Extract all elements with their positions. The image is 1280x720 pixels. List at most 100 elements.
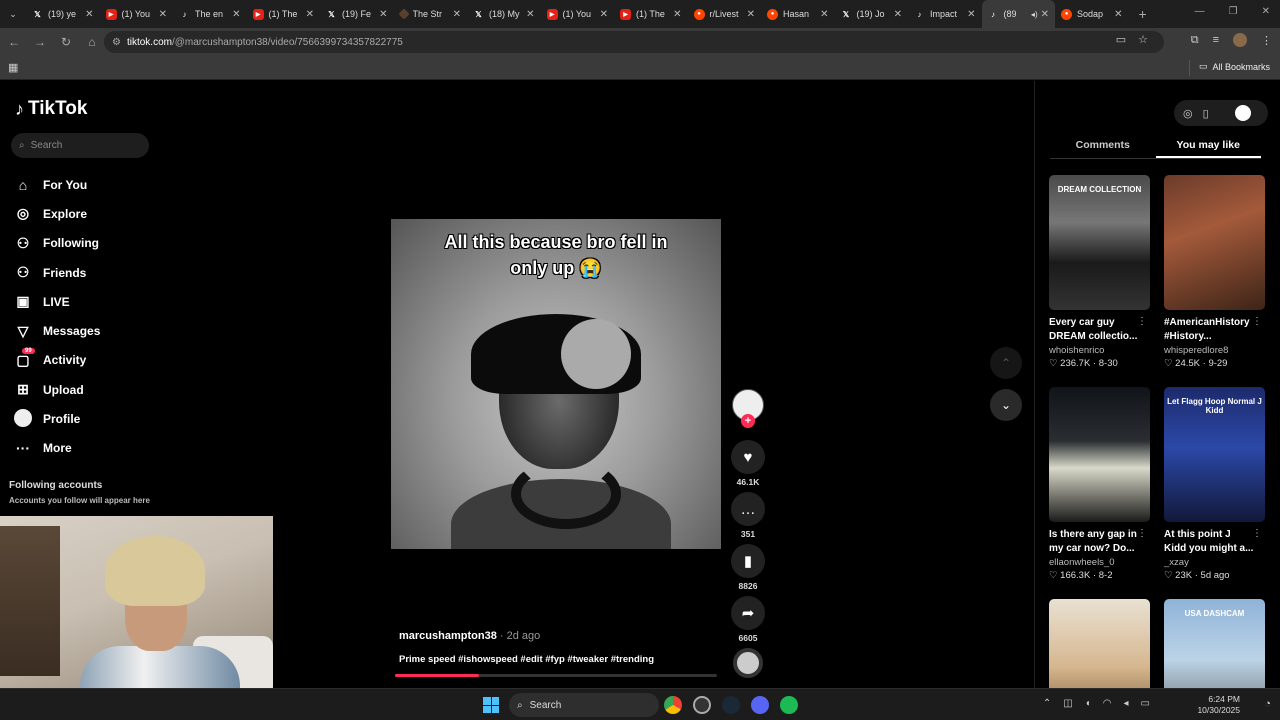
back-button[interactable]: ← <box>2 30 26 54</box>
browser-tab[interactable]: ▶ (1) The ✕ <box>247 0 321 28</box>
app-icon[interactable] <box>693 696 711 714</box>
video-progress-bar[interactable] <box>395 674 717 677</box>
sidebar-item-messages[interactable]: ▽ Messages <box>14 316 101 345</box>
browser-tab[interactable]: ▶ (1) You ✕ <box>541 0 615 28</box>
browser-tab[interactable]: ● Hasan ✕ <box>761 0 835 28</box>
address-bar[interactable]: ⚙ tiktok.com/@marcushampton38/video/7566… <box>104 31 1164 53</box>
bookmark-star-icon[interactable]: ☆ <box>1138 33 1148 46</box>
wifi-icon[interactable]: ◠ <box>1103 698 1112 709</box>
close-tab-icon[interactable]: ✕ <box>453 9 461 20</box>
close-tab-icon[interactable]: ✕ <box>600 9 608 20</box>
browser-tab[interactable]: ● r/Livest ✕ <box>688 0 762 28</box>
browser-tab[interactable]: ♪ Impact ✕ <box>908 0 982 28</box>
next-video-button[interactable]: ⌄ <box>990 389 1022 421</box>
video-thumbnail[interactable]: Let Flagg Hoop Normal J Kidd <box>1164 387 1265 522</box>
more-options-icon[interactable]: ⋮ <box>1137 528 1147 539</box>
profile-avatar[interactable] <box>1233 33 1247 47</box>
browser-tab[interactable]: ▶ (1) You ✕ <box>100 0 174 28</box>
close-tab-icon[interactable]: ✕ <box>747 9 755 20</box>
card-username[interactable]: whoishenrico <box>1049 345 1151 356</box>
chevron-up-icon[interactable]: ⌃ <box>1043 698 1051 709</box>
network-icon[interactable]: ◫ <box>1063 698 1072 709</box>
video-author[interactable]: marcushampton38 · 2d ago <box>399 630 540 642</box>
tiktok-logo[interactable]: ♪ TikTok <box>15 98 87 120</box>
video-thumbnail[interactable] <box>1049 387 1150 522</box>
close-tab-icon[interactable]: ✕ <box>306 9 314 20</box>
steam-icon[interactable] <box>722 696 740 714</box>
close-tab-icon[interactable]: ✕ <box>1114 9 1122 20</box>
media-controls-icon[interactable]: ≡ <box>1213 34 1219 46</box>
apps-grid-icon[interactable]: ▦ <box>8 61 18 74</box>
close-tab-icon[interactable]: ✕ <box>85 9 93 20</box>
start-button[interactable] <box>483 697 499 713</box>
author-name[interactable]: marcushampton38 <box>399 630 497 642</box>
tab-you-may-like[interactable]: You may like <box>1155 137 1261 158</box>
sidebar-item-compass[interactable]: ◎ Explore <box>14 199 100 228</box>
close-tab-icon[interactable]: ✕ <box>232 9 240 20</box>
music-disc-icon[interactable] <box>733 648 763 678</box>
video-thumbnail[interactable] <box>1164 175 1265 310</box>
close-tab-icon[interactable]: ✕ <box>894 9 902 20</box>
phone-icon[interactable]: ▯ <box>1203 107 1209 120</box>
video-player[interactable]: All this because bro fell in only up 😭 <box>391 219 721 549</box>
browser-tab[interactable]: 𝕏 (18) My ✕ <box>467 0 541 28</box>
sidebar-item-friends[interactable]: ⚇ Friends <box>14 258 100 287</box>
maximize-button[interactable]: ❐ <box>1229 6 1238 17</box>
video-description[interactable]: Prime speed #ishowspeed #edit #fyp #twea… <box>399 654 654 665</box>
sidebar-item-upload[interactable]: ⊞ Upload <box>14 375 100 404</box>
video-thumbnail[interactable]: USA DASHCAM <box>1164 599 1265 688</box>
more-options-icon[interactable]: ⋮ <box>1252 528 1262 539</box>
volume-icon[interactable]: ◂ <box>1124 698 1129 709</box>
suggested-video-card[interactable]: Is there any gap in my car now? Do... ⋮ el… <box>1049 387 1151 581</box>
card-username[interactable]: whisperedlore8 <box>1164 345 1266 356</box>
suggested-video-card[interactable]: #AmericanHistory #History... ⋮ whisperedlo… <box>1164 175 1266 369</box>
theme-toggle[interactable] <box>1234 105 1251 121</box>
clock[interactable]: 6:24 PM 10/30/2025 <box>1197 694 1240 716</box>
all-bookmarks-button[interactable]: ▭ All Bookmarks <box>1199 61 1270 72</box>
mic-icon[interactable]: ◖ <box>1085 698 1091 709</box>
search-input[interactable]: ⌕ Search <box>11 133 149 158</box>
browser-tab[interactable]: ♪ The en ✕ <box>173 0 247 28</box>
suggested-video-card[interactable] <box>1049 599 1151 688</box>
tab-search-button[interactable]: ⌄ <box>0 0 26 28</box>
home-button[interactable]: ⌂ <box>80 30 104 54</box>
close-tab-icon[interactable]: ✕ <box>820 9 828 20</box>
browser-tab[interactable]: The Str ✕ <box>394 0 468 28</box>
video-thumbnail[interactable]: DREAM COLLECTION <box>1049 175 1150 310</box>
card-username[interactable]: _xzay <box>1164 557 1266 568</box>
cast-icon[interactable]: ▭ <box>1116 33 1126 46</box>
sidebar-item-profile[interactable]: Profile <box>14 404 100 433</box>
suggested-video-card[interactable]: USA DASHCAM <box>1164 599 1266 688</box>
discord-icon[interactable] <box>751 696 769 714</box>
previous-video-button[interactable]: ⌃ <box>990 347 1022 379</box>
chrome-icon[interactable] <box>664 696 682 714</box>
taskbar-search[interactable]: ⌕ Search <box>509 693 659 717</box>
comment-button[interactable]: … 351 <box>731 492 765 539</box>
browser-tab[interactable]: ● Sodap ✕ <box>1055 0 1129 28</box>
spotify-icon[interactable] <box>780 696 798 714</box>
browser-tab[interactable]: 𝕏 (19) Jo ✕ <box>835 0 909 28</box>
more-options-icon[interactable]: ⋮ <box>1252 316 1262 327</box>
browser-tab[interactable]: 𝕏 (19) ye ✕ <box>26 0 100 28</box>
video-thumbnail[interactable] <box>1049 599 1150 688</box>
close-tab-icon[interactable]: ✕ <box>526 9 534 20</box>
sidebar-item-live[interactable]: ▣ LIVE <box>14 287 100 316</box>
new-tab-button[interactable]: + <box>1139 6 1147 22</box>
audio-icon[interactable]: ◂) <box>1031 10 1038 19</box>
like-button[interactable]: ♥ 46.1K <box>731 440 765 487</box>
close-tab-icon[interactable]: ✕ <box>673 9 681 20</box>
sidebar-item-activity[interactable]: ▢ 99 Activity <box>14 346 100 375</box>
more-options-icon[interactable]: ⋮ <box>1137 316 1147 327</box>
reload-button[interactable]: ↻ <box>54 30 78 54</box>
battery-icon[interactable]: ▭ <box>1141 698 1150 709</box>
sidebar-item-home[interactable]: ⌂ For You <box>14 170 100 199</box>
suggested-video-card[interactable]: DREAM COLLECTION Every car guy DREAM coll… <box>1049 175 1151 369</box>
close-tab-icon[interactable]: ✕ <box>379 9 387 20</box>
browser-tab[interactable]: ▶ (1) The ✕ <box>614 0 688 28</box>
forward-button[interactable]: → <box>28 30 52 54</box>
browser-tab[interactable]: ♪ (89 ◂) ✕ <box>981 0 1055 28</box>
close-tab-icon[interactable]: ✕ <box>159 9 167 20</box>
menu-icon[interactable]: ⋮ <box>1261 34 1272 47</box>
tab-comments[interactable]: Comments <box>1050 137 1156 158</box>
close-tab-icon[interactable]: ✕ <box>967 9 975 20</box>
